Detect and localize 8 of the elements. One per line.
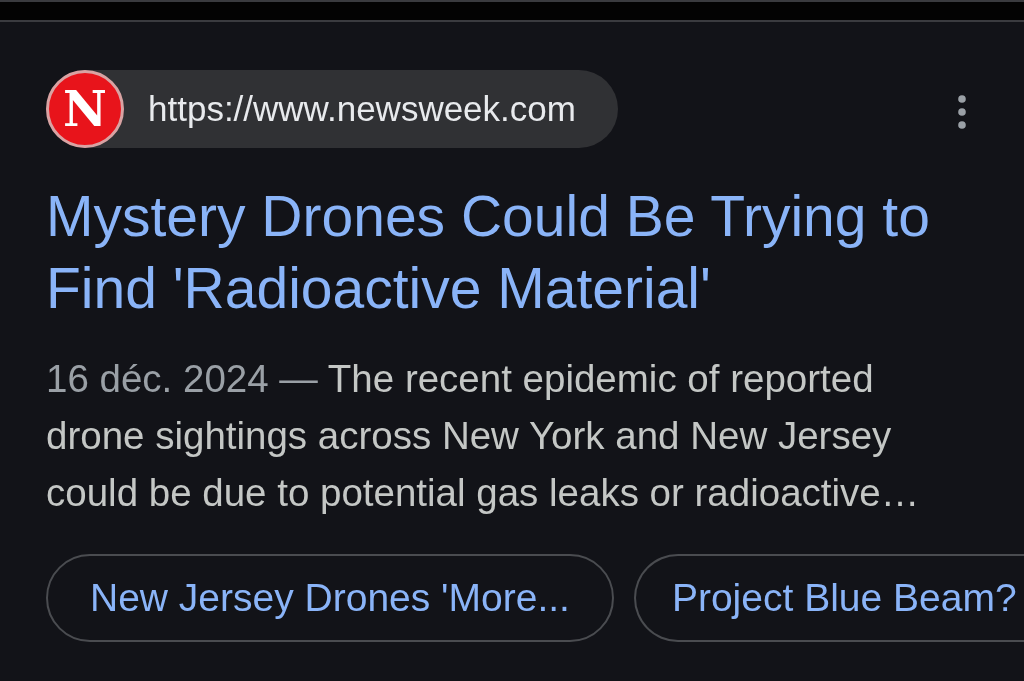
result-snippet: 16 déc. 2024 — The recent epidemic of reported drone sightings across New York and New Jersey could be due to potential gas leaks or radioactive… [46, 356, 921, 516]
source-url: https://www.newsweek.com [148, 89, 576, 129]
more-options-button[interactable] [958, 95, 966, 129]
result-title-link[interactable]: Mystery Drones Could Be Trying to Find 'Radioactive Material' [46, 180, 986, 324]
more-options-icon [958, 95, 966, 129]
site-logo: N [46, 70, 124, 148]
related-search-chip[interactable]: New Jersey Drones 'More... [46, 554, 614, 642]
related-search-chip[interactable]: Project Blue Beam? [633, 554, 1024, 642]
